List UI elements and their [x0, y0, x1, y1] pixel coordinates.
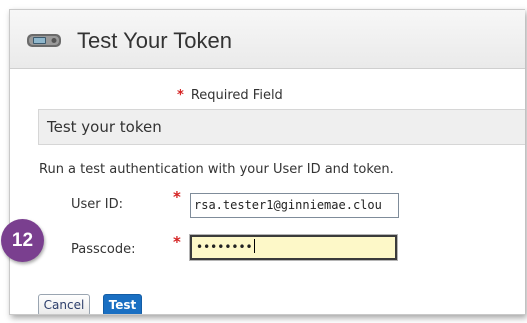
passcode-input[interactable]: •••••••• [190, 235, 397, 260]
step-number-badge: 12 [1, 219, 44, 262]
section-description: Run a test authentication with your User… [39, 162, 394, 177]
title-bar: Test Your Token [10, 10, 525, 69]
dialog-window: Test Your Token * Required Field Test you… [9, 9, 525, 315]
required-field-text: Required Field [190, 88, 283, 103]
cancel-button[interactable]: Cancel [38, 294, 90, 314]
section-header: Test your token [38, 109, 525, 145]
passcode-required-marker: * [173, 233, 181, 251]
section-title: Test your token [47, 118, 162, 136]
required-marker: * [177, 88, 184, 103]
text-caret [253, 239, 255, 253]
passcode-masked-value: •••••••• [196, 240, 253, 254]
user-id-label: User ID: [71, 197, 123, 212]
passcode-label: Passcode: [71, 242, 136, 257]
user-id-required-marker: * [173, 188, 181, 206]
window-title: Test Your Token [77, 28, 232, 53]
token-icon [27, 34, 61, 47]
required-field-note: * Required Field [177, 88, 283, 103]
test-button[interactable]: Test [103, 294, 142, 314]
user-id-input[interactable]: rsa.tester1@ginniemae.clou [190, 193, 399, 218]
